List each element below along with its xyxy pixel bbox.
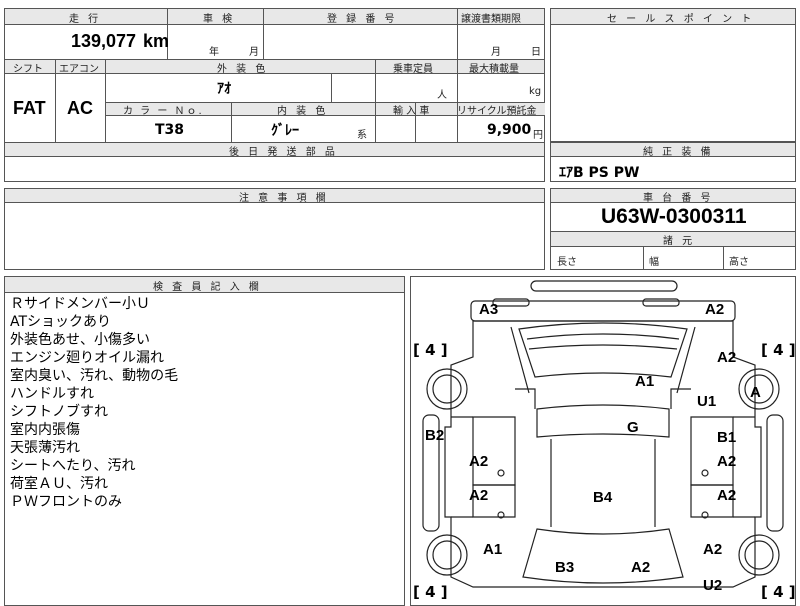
- interior-color-header: 内 装 色: [277, 106, 329, 117]
- transfer-day: 日: [531, 47, 541, 58]
- note-line: 室内内張傷: [10, 422, 80, 438]
- damage-code: A2: [717, 487, 737, 504]
- damage-code: A2: [469, 453, 489, 470]
- mileage-unit: km: [143, 31, 170, 51]
- inspector-notes-header: 検 査 員 記 入 欄: [153, 282, 262, 293]
- oem-equipment-value: ｴｱB PS PW: [559, 165, 640, 181]
- note-line: ＰＷフロントのみ: [10, 494, 122, 510]
- import-header: 輸 入 車: [393, 106, 430, 117]
- note-line: ハンドルすれ: [10, 386, 94, 402]
- oem-equipment-header: 純 正 装 備: [643, 147, 714, 158]
- damage-code: A2: [703, 541, 723, 558]
- damage-code: G: [627, 419, 639, 436]
- tire-mark-rear-left: [ 4 ]: [413, 583, 448, 601]
- damage-code: B3: [555, 559, 575, 576]
- chassis-panel: 車 台 番 号 U63W-0300311 諸 元 長さ 幅 高さ: [550, 188, 796, 270]
- later-parts-panel: 後 日 発 送 部 品: [4, 142, 545, 182]
- exterior-color-header: 外 装 色: [217, 64, 269, 75]
- chassis-number: U63W-0300311: [601, 205, 747, 228]
- inspector-notes-panel: 検 査 員 記 入 欄 Ｒサイドメンバー小Ｕ ATショックあり 外装色あせ、小傷…: [4, 276, 405, 606]
- shift-value: FAT: [13, 98, 46, 118]
- tire-mark-rear-right: [ 4 ]: [761, 583, 796, 601]
- interior-color-suffix: 系: [357, 130, 367, 141]
- recycle-header: リサイクル預託金: [457, 106, 537, 117]
- damage-code: U1: [697, 393, 717, 410]
- tire-mark-front-right: [ 4 ]: [761, 341, 796, 359]
- inspection-header: 車 検: [203, 14, 236, 25]
- damage-code: B2: [425, 427, 445, 444]
- sales-points-panel: セ ー ル ス ポ イ ン ト: [550, 8, 796, 142]
- note-line: シフトノブすれ: [10, 404, 108, 420]
- sales-points-header: セ ー ル ス ポ イ ン ト: [607, 14, 755, 25]
- aircon-value: AC: [67, 98, 93, 118]
- car-diagram-panel: [ 4 ] [ 4 ] [ 4 ] [ 4 ] A3 A2 A2 A1 U1 A…: [410, 276, 796, 606]
- damage-code: A: [750, 384, 761, 401]
- aircon-header: エアコン: [59, 64, 99, 75]
- damage-code: A2: [717, 453, 737, 470]
- inspection-month: 月: [249, 47, 259, 58]
- recycle-value: 9,900: [487, 122, 532, 138]
- note-line: 天張薄汚れ: [10, 440, 80, 456]
- height-label: 高さ: [729, 257, 749, 268]
- tire-mark-front-left: [ 4 ]: [413, 341, 448, 359]
- damage-code: A2: [705, 301, 725, 318]
- registration-header: 登 録 番 号: [327, 14, 398, 25]
- note-line: シートへたり、汚れ: [10, 458, 136, 474]
- note-line: Ｒサイドメンバー小Ｕ: [10, 296, 150, 312]
- damage-code: A2: [717, 349, 737, 366]
- dimensions-header: 諸 元: [663, 236, 696, 247]
- later-parts-header: 後 日 発 送 部 品: [229, 147, 338, 158]
- note-line: 室内臭い、汚れ、動物の毛: [10, 368, 179, 384]
- note-line: 荷室ＡＵ、汚れ: [10, 476, 108, 492]
- caution-panel: 注 意 事 項 欄: [4, 188, 545, 270]
- inspection-year: 年: [209, 47, 219, 58]
- damage-code: B1: [717, 429, 737, 446]
- note-line: 外装色あせ、小傷多い: [10, 332, 150, 348]
- mileage-header: 走 行: [69, 14, 102, 25]
- note-line: エンジン廻りオイル漏れ: [10, 350, 164, 366]
- damage-code: B4: [593, 489, 613, 506]
- damage-code: A2: [469, 487, 489, 504]
- damage-code: A1: [635, 373, 655, 390]
- transfer-deadline-header: 譲渡書類期限: [461, 14, 521, 25]
- car-outline-diagram: [422, 280, 784, 588]
- damage-code: U2: [703, 577, 723, 594]
- top-info-panel: 走 行 車 検 登 録 番 号 譲渡書類期限 139,077 km 年 月 月 …: [4, 8, 545, 60]
- interior-color-value: ｸﾞﾚｰ: [271, 123, 299, 139]
- specs-panel: シフト エアコン 外 装 色 乗車定員 最大積載量 カ ラ ー Ｎｏ. 内 装 …: [4, 59, 545, 143]
- load-unit: kg: [529, 86, 542, 97]
- color-no-header: カ ラ ー Ｎｏ.: [123, 106, 204, 117]
- oem-equipment-panel: 純 正 装 備 ｴｱB PS PW: [550, 142, 796, 182]
- color-no-value: T38: [155, 122, 185, 138]
- exterior-color-value: ｱｵ: [217, 81, 231, 97]
- capacity-header: 乗車定員: [393, 64, 433, 75]
- mileage-value: 139,077: [71, 31, 137, 51]
- capacity-unit: 人: [437, 90, 447, 101]
- damage-code: A2: [631, 559, 651, 576]
- max-load-header: 最大積載量: [469, 64, 519, 75]
- length-label: 長さ: [557, 257, 577, 268]
- inspector-notes-list: Ｒサイドメンバー小Ｕ ATショックあり 外装色あせ、小傷多い エンジン廻りオイル…: [10, 295, 178, 511]
- shift-header: シフト: [13, 64, 43, 75]
- recycle-unit: 円: [533, 130, 543, 141]
- damage-code: A1: [483, 541, 503, 558]
- damage-code: A3: [479, 301, 499, 318]
- chassis-header: 車 台 番 号: [643, 193, 714, 204]
- width-label: 幅: [649, 257, 659, 268]
- note-line: ATショックあり: [10, 314, 112, 330]
- transfer-month: 月: [491, 47, 501, 58]
- caution-header: 注 意 事 項 欄: [239, 193, 329, 204]
